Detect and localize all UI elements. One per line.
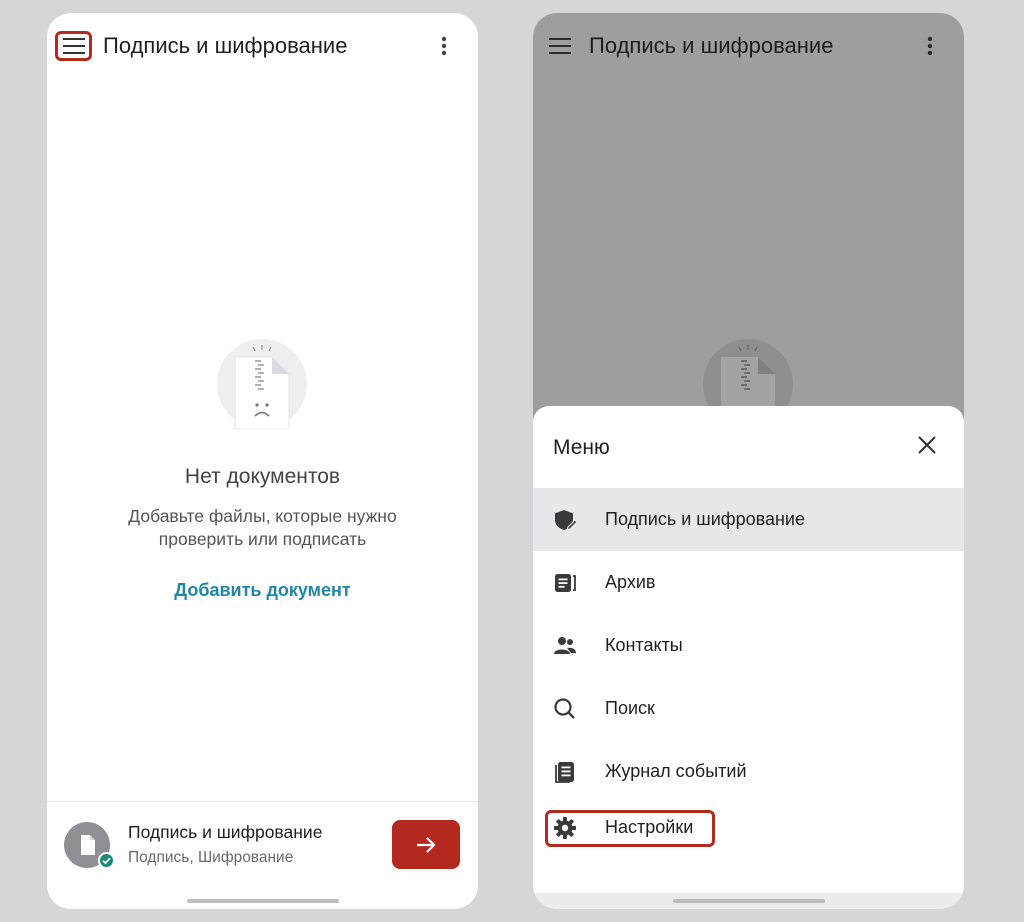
gear-icon — [552, 815, 578, 841]
menu-item-label: Журнал событий — [605, 761, 747, 781]
menu-item-label: Архив — [605, 572, 656, 592]
page-title: Подпись и шифрование — [103, 33, 348, 58]
bottom-bar-title: Подпись и шифрование — [128, 822, 323, 842]
home-indicator[interactable] — [673, 899, 825, 903]
menu-button-dimmed[interactable] — [541, 31, 578, 61]
menu-item-settings[interactable]: Настройки — [533, 803, 964, 866]
menu-bottom-sheet: Меню Подпись и шифрование Архив Контакты… — [533, 406, 964, 909]
check-badge-icon — [98, 852, 115, 869]
menu-item-label: Настройки — [605, 817, 694, 837]
menu-item-search[interactable]: Поиск — [533, 677, 964, 740]
page-title: Подпись и шифрование — [589, 33, 834, 58]
bottom-bar-subtitle: Подпись, Шифрование — [128, 849, 294, 866]
home-indicator[interactable] — [187, 899, 339, 903]
add-document-link[interactable]: Добавить документ — [47, 580, 478, 601]
arrow-right-icon — [417, 836, 436, 853]
right-phone-screen: Подпись и шифрование Меню Подпись и шифр… — [533, 13, 964, 909]
more-vertical-icon — [441, 36, 447, 56]
left-phone-screen: Подпись и шифрование Нет документов Доба… — [47, 13, 478, 909]
more-options-button-dimmed[interactable] — [920, 35, 940, 57]
archive-icon — [552, 570, 578, 596]
contacts-icon — [552, 633, 578, 659]
menu-item-contacts[interactable]: Контакты — [533, 614, 964, 677]
search-icon — [552, 696, 578, 722]
next-button[interactable] — [392, 820, 460, 869]
menu-item-archive[interactable]: Архив — [533, 551, 964, 614]
empty-state-title: Нет документов — [184, 465, 341, 488]
empty-state-subtitle: Добавьте файлы, которые нужно проверить … — [128, 506, 397, 549]
menu-button[interactable] — [55, 31, 92, 61]
menu-item-label: Контакты — [605, 635, 683, 655]
more-vertical-icon — [927, 36, 933, 56]
hamburger-icon — [548, 38, 571, 54]
menu-item-sign-encrypt[interactable]: Подпись и шифрование — [533, 488, 964, 551]
hamburger-icon — [62, 38, 85, 54]
close-icon[interactable] — [916, 434, 938, 456]
app-bar: Подпись и шифрование — [47, 13, 478, 77]
menu-title: Меню — [553, 436, 610, 459]
menu-item-label: Подпись и шифрование — [605, 509, 805, 529]
more-options-button[interactable] — [434, 35, 454, 57]
bottom-action-bar: Подпись и шифрование Подпись, Шифрование — [47, 801, 478, 909]
shield-pen-icon — [552, 507, 578, 533]
event-log-icon — [552, 759, 578, 785]
menu-item-label: Поиск — [605, 698, 655, 718]
menu-item-event-log[interactable]: Журнал событий — [533, 740, 964, 803]
empty-archive-illustration — [217, 339, 307, 429]
app-bar-dimmed: Подпись и шифрование — [533, 13, 964, 77]
